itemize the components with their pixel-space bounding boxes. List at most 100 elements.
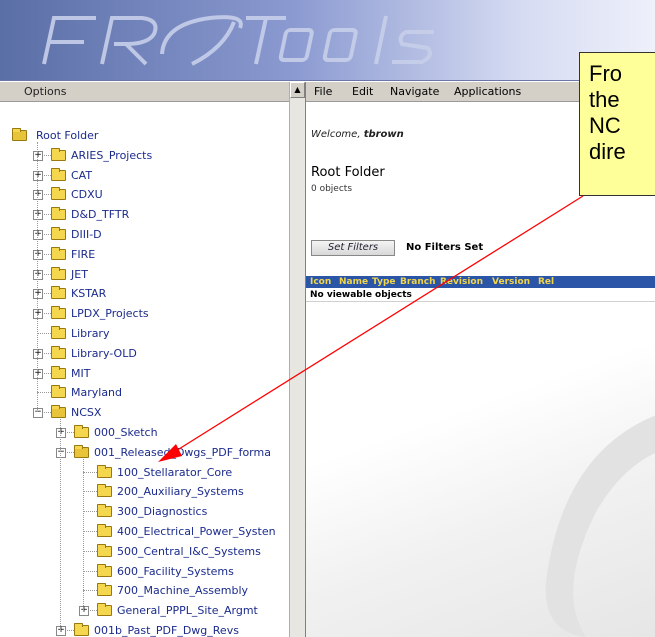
folder-icon [97,524,112,537]
tree-item-label: JET [71,267,88,281]
app-banner [0,0,655,81]
welcome-user: tbrown [363,129,404,140]
expand-icon[interactable]: + [33,150,43,161]
column-header-revision[interactable]: Revision [440,276,483,288]
folder-icon [97,464,112,478]
folder-icon [74,623,89,636]
tree-item-label: 000_Sketch [94,426,158,439]
folder-icon [51,365,66,379]
tree-item[interactable]: + Library-OLD [0,344,290,363]
tree-item-label: CAT [71,168,93,182]
filters-status: No Filters Set [406,242,484,253]
folder-icon [51,147,66,161]
expand-icon[interactable]: + [33,348,43,359]
column-header-type[interactable]: Type [372,276,395,288]
expand-icon[interactable]: + [33,230,43,240]
tree-connector [83,491,97,493]
tree-item-label: 400_Electrical_Power_Systen [117,525,276,538]
expand-icon[interactable]: + [33,249,43,260]
expand-icon[interactable]: + [33,269,43,280]
vertical-scrollbar[interactable]: ▲ [289,82,305,637]
folder-icon [51,306,66,320]
tree-item[interactable]: + DIII-D [0,225,290,244]
callout-line: NC [589,113,621,138]
expand-icon[interactable]: + [33,210,43,221]
tree-item-label: 200_Auxiliary_Systems [117,485,244,499]
tree-item-label: D&D_TFTR [71,208,130,222]
folder-icon [51,187,66,201]
expand-icon[interactable]: + [33,368,43,379]
collapse-icon[interactable]: − [56,447,66,458]
menu-navigate[interactable]: Navigate [390,85,439,98]
open-folder-icon [51,405,66,419]
tree-item[interactable]: 400_Electrical_Power_Systen [0,522,290,541]
empty-table-message: No viewable objects [306,288,655,302]
menu-applications[interactable]: Applications [454,85,521,98]
set-filters-button[interactable]: Set Filters [311,240,395,256]
folder-icon [51,227,66,240]
tree-item[interactable]: + MIT [0,364,290,383]
folder-icon [74,425,89,438]
folder-tree: Root Folder + ARIES_Projects + CAT + CDXU + D&D_… [0,102,290,637]
tree-item[interactable]: + JET [0,265,290,284]
folder-icon [97,543,112,557]
tree-connector [83,590,97,592]
tree-item[interactable]: +000_Sketch [0,423,290,442]
tree-item[interactable]: 200_Auxiliary_Systems [0,482,290,501]
tree-item[interactable]: 300_Diagnostics [0,502,290,521]
tree-item-label: DIII-D [71,228,102,241]
tree-item[interactable]: Maryland [0,383,290,402]
options-label[interactable]: Options [24,85,66,98]
tree-item[interactable]: Library [0,324,290,343]
column-header-version[interactable]: Version [492,276,530,288]
tree-item-label: 001b_Past_PDF_Dwg_Revs [94,624,239,637]
expand-icon[interactable]: + [33,190,43,201]
tree-item[interactable]: Root Folder [0,126,290,145]
tree-item[interactable]: + FIRE [0,245,290,264]
tree-item[interactable]: 500_Central_I&C_Systems [0,542,290,561]
open-folder-icon [74,444,89,458]
tree-item[interactable]: − NCSX [0,403,290,422]
tree-item[interactable]: 100_Stellarator_Core [0,463,290,482]
tree-item[interactable]: + CDXU [0,185,290,204]
tree-item-label: 100_Stellarator_Core [117,465,233,479]
options-bar[interactable]: Options [0,82,305,102]
tree-item[interactable]: +001b_Past_PDF_Dwg_Revs [0,621,290,637]
left-pane: Options Root Folder + ARIES_Projects + CAT + C… [0,82,306,637]
tree-item[interactable]: − 001_Released_Dwgs_PDF_forma [0,443,290,462]
tree-item[interactable]: 600_Facility_Systems [0,562,290,581]
collapse-icon[interactable]: − [33,408,43,419]
tree-item[interactable]: + D&D_TFTR [0,205,290,224]
tree-item-label: Maryland [71,386,123,400]
fr-tools-logo [42,15,434,66]
folder-icon [51,286,66,300]
tree-item[interactable]: + CAT [0,166,290,185]
tree-item[interactable]: 700_Machine_Assembly [0,581,290,600]
menu-file[interactable]: File [314,85,332,98]
welcome-prefix: Welcome, [311,129,364,140]
table-header: Icon Name Type Branch Revision Version R… [306,276,655,288]
expand-icon[interactable]: + [33,289,43,300]
column-header-rel[interactable]: Rel [538,276,554,288]
expand-icon[interactable]: + [56,626,66,636]
tree-item[interactable]: + LPDX_Projects [0,304,290,323]
expand-icon[interactable]: + [33,170,43,181]
expand-icon[interactable]: + [56,428,66,438]
menu-edit[interactable]: Edit [352,85,373,98]
tree-item-label: 500_Central_I&C_Systems [117,544,261,558]
tree-item[interactable]: + ARIES_Projects [0,146,290,165]
scroll-up-icon[interactable]: ▲ [290,82,305,98]
expand-icon[interactable]: + [33,309,43,320]
column-header-branch[interactable]: Branch [400,276,436,288]
annotation-callout: Fro the NC dire [579,52,655,196]
expand-icon[interactable]: + [79,606,89,617]
column-header-name[interactable]: Name [339,276,368,288]
tree-connector [83,511,97,513]
welcome-message: Welcome, tbrown [311,129,404,140]
tree-item-label: 600_Facility_Systems [117,564,234,578]
callout-line: the [589,87,620,112]
column-header-icon[interactable]: Icon [310,276,331,288]
tree-item[interactable]: + General_PPPL_Site_Argmt [0,601,290,620]
tree-item[interactable]: + KSTAR [0,284,290,303]
tree-guide-line [83,458,84,611]
